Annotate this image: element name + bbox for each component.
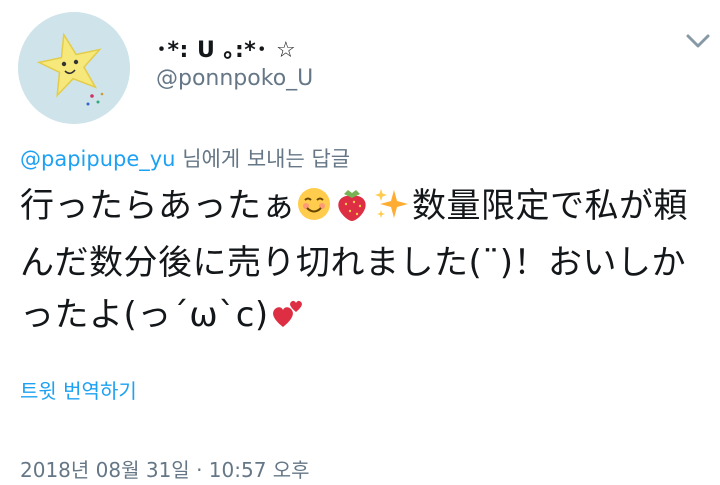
- timestamp: 2018년 08월 31일 · 10:57 오후: [20, 458, 310, 482]
- star-avatar-icon: [18, 12, 130, 124]
- translate-tweet-link[interactable]: 트윗 번역하기: [20, 375, 137, 404]
- chevron-down-icon[interactable]: [680, 24, 720, 58]
- smiling-face-icon: [296, 185, 332, 237]
- tweet-text: 行ったらあったぁ 数量限定で私が頼んだ数分後に売り切れました(¨)！おいしかったよ…: [20, 180, 710, 346]
- display-name[interactable]: ･*: U ｡:*･ ☆: [156, 32, 296, 64]
- user-handle[interactable]: @ponnpoko_U: [156, 66, 313, 91]
- sparkles-icon: [372, 185, 412, 237]
- reply-context: @papipupe_yu 님에게 보내는 답글: [20, 143, 350, 173]
- reply-suffix: 님에게 보내는 답글: [182, 147, 351, 171]
- reply-user-link[interactable]: @papipupe_yu: [20, 147, 176, 171]
- avatar[interactable]: [18, 12, 130, 124]
- strawberry-icon: [332, 185, 372, 237]
- tweet-text-part-1: 行ったらあったぁ: [20, 186, 296, 226]
- two-hearts-icon: [269, 294, 305, 346]
